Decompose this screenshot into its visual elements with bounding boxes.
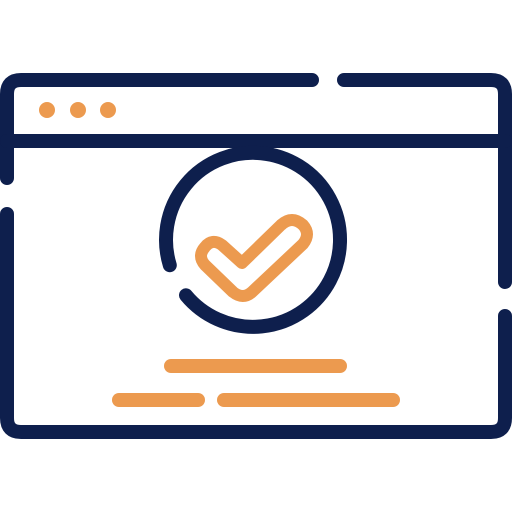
checkmark-icon (195, 214, 313, 302)
icon-canvas (0, 73, 512, 439)
window-control-dot (70, 102, 86, 118)
check-circle-arc (159, 145, 347, 334)
window-control-dot (100, 102, 116, 118)
frame-top-left-segment (0, 73, 319, 185)
frame-top-right-segment (337, 73, 512, 289)
window-control-dot (39, 102, 55, 118)
browser-window-approved-icon (0, 0, 512, 512)
